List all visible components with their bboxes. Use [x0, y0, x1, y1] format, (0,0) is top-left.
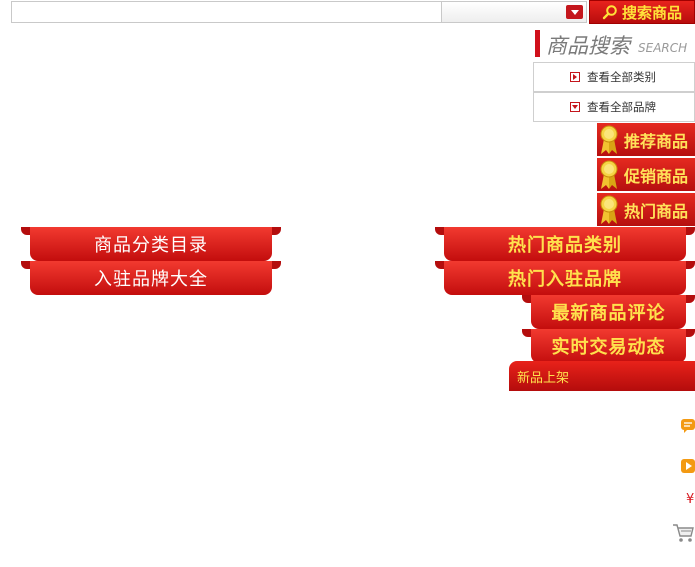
tag-promotion-label: 促销商品 — [624, 166, 689, 186]
ribbon-label: 热门入驻品牌 — [444, 261, 686, 295]
product-search-header: 商品搜索 SEARCH — [535, 30, 695, 58]
product-search-subtitle: SEARCH — [638, 41, 688, 55]
search-category-select[interactable] — [441, 1, 587, 23]
tag-hot[interactable]: 热门商品 — [597, 193, 695, 226]
cart-icon[interactable] — [672, 523, 694, 543]
view-all-brands-label: 查看全部品牌 — [587, 100, 656, 114]
ribbon-label: 商品分类目录 — [30, 227, 272, 261]
ribbon-live-transactions[interactable]: 实时交易动态 — [522, 329, 695, 363]
view-all-categories-label: 查看全部类别 — [587, 70, 656, 84]
tag-hot-label: 热门商品 — [624, 201, 689, 221]
comment-icon[interactable] — [680, 418, 695, 434]
ribbon-hot-brands[interactable]: 热门入驻品牌 — [435, 261, 695, 295]
yen-icon[interactable]: ¥ — [686, 492, 694, 507]
new-products-tab[interactable]: 新品上架 — [509, 361, 695, 391]
search-icon — [602, 5, 617, 20]
tag-promotion[interactable]: 促销商品 — [597, 158, 695, 191]
view-all-brands-link[interactable]: 查看全部品牌 — [533, 92, 695, 122]
view-all-categories-link[interactable]: 查看全部类别 — [533, 62, 695, 92]
ribbon-hot-categories[interactable]: 热门商品类别 — [435, 227, 695, 261]
ribbon-label: 热门商品类别 — [444, 227, 686, 261]
header-accent-bar — [535, 30, 540, 57]
chevron-down-icon[interactable] — [566, 5, 583, 19]
arrow-right-icon — [570, 72, 580, 82]
new-products-label: 新品上架 — [517, 370, 570, 386]
tag-recommended-label: 推荐商品 — [624, 131, 689, 151]
search-input[interactable] — [11, 1, 441, 23]
medal-icon — [600, 195, 618, 224]
ribbon-label: 入驻品牌大全 — [30, 261, 272, 295]
medal-icon — [600, 160, 618, 189]
ribbon-label: 实时交易动态 — [531, 329, 686, 363]
tag-recommended[interactable]: 推荐商品 — [597, 123, 695, 156]
medal-icon — [600, 125, 618, 154]
ribbon-brand-directory[interactable]: 入驻品牌大全 — [21, 261, 281, 295]
ribbon-label: 最新商品评论 — [531, 295, 686, 329]
ribbon-latest-reviews[interactable]: 最新商品评论 — [522, 295, 695, 329]
arrow-down-icon — [570, 102, 580, 112]
play-icon[interactable] — [680, 458, 695, 474]
product-search-title: 商品搜索 — [546, 34, 630, 58]
search-button[interactable]: 搜索商品 — [589, 0, 695, 24]
ribbon-category-directory[interactable]: 商品分类目录 — [21, 227, 281, 261]
search-button-label: 搜索商品 — [621, 3, 682, 22]
